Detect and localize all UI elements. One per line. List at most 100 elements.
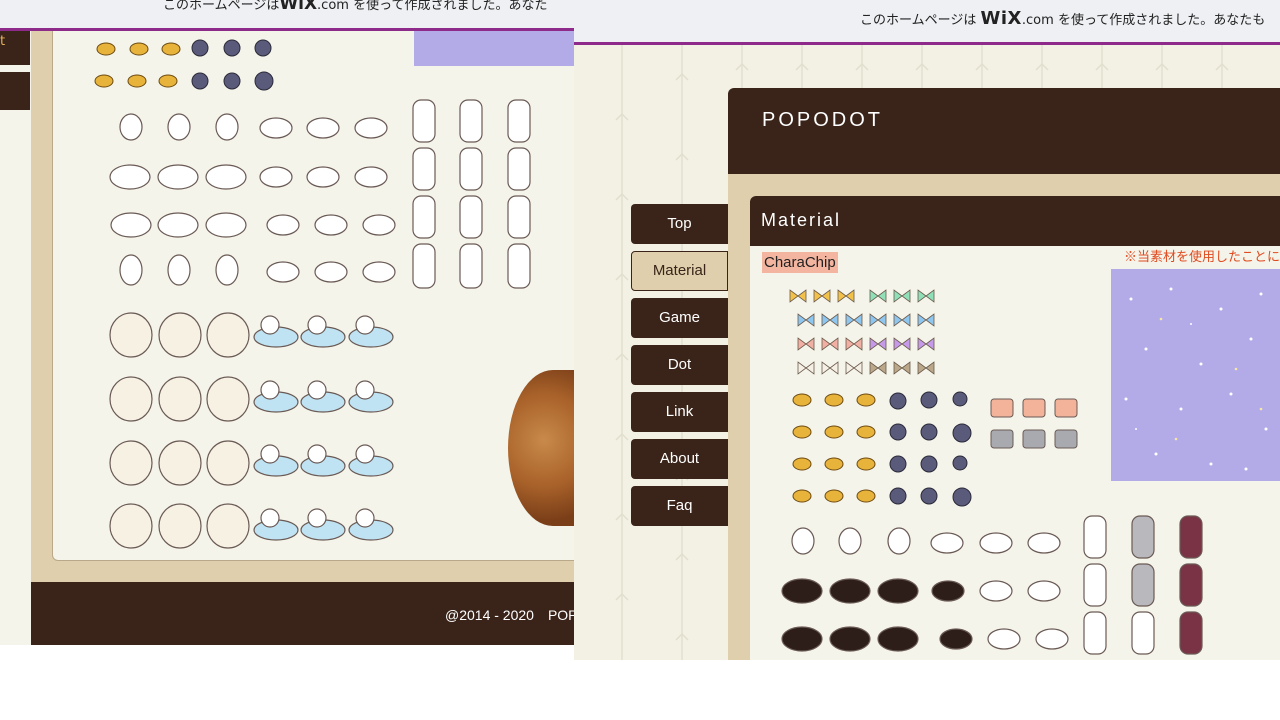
nav-material[interactable]: Material — [631, 251, 728, 291]
footer-left: @2014 - 2020 POP — [31, 582, 574, 645]
butterfly-icon — [893, 337, 911, 351]
berry-icon — [952, 487, 972, 507]
wix-banner-text: このホームページは WiX.com を使って作成されました。あなたも — [860, 8, 1266, 29]
butterfly-sprites — [789, 289, 935, 375]
cat-icon — [110, 212, 152, 238]
cat-icon — [266, 261, 300, 283]
left-screenshot-pane: このホームページはWiX.com を使って作成されました。あなた t @2014… — [0, 0, 574, 645]
duck-sprites-left — [109, 312, 394, 549]
cat-icon — [167, 254, 191, 286]
wix-banner[interactable]: このホームページは WiX.com を使って作成されました。あなたも — [574, 0, 1280, 45]
butterfly-icon — [797, 337, 815, 351]
cat-icon — [887, 527, 911, 555]
butterfly-icon — [917, 361, 935, 375]
dark-cat-icon — [1179, 611, 1203, 655]
dark-cat-icon — [1179, 515, 1203, 559]
nav-link[interactable]: Link — [631, 392, 728, 432]
cat-icon — [412, 243, 436, 289]
black-cat-icon — [939, 628, 973, 650]
cat-icon — [362, 214, 396, 236]
duck-icon — [206, 376, 250, 422]
berry-icon — [889, 423, 907, 441]
butterfly-icon — [789, 289, 807, 303]
cat-sprites — [781, 515, 1203, 655]
right-screenshot-pane: このホームページは WiX.com を使って作成されました。あなたも POPOD… — [574, 0, 1280, 660]
site-title[interactable]: POPODOT — [762, 109, 883, 132]
cat-icon — [459, 147, 483, 191]
butterfly-icon — [917, 337, 935, 351]
berry-icon — [191, 39, 209, 57]
nav-top[interactable]: Top — [631, 204, 728, 244]
duck-head-icon — [307, 315, 327, 335]
butterfly-icon — [797, 313, 815, 327]
bee-icon — [824, 393, 844, 407]
berry-icon — [920, 487, 938, 505]
duck-icon — [206, 503, 250, 549]
cat-icon — [507, 243, 531, 289]
black-cat-icon — [931, 580, 965, 602]
cat-icon — [306, 166, 340, 188]
cat-icon — [314, 214, 348, 236]
cat-icon — [119, 113, 143, 141]
black-cat-icon — [877, 578, 919, 604]
butterfly-icon — [893, 361, 911, 375]
duck-head-icon — [260, 444, 280, 464]
cat-icon — [362, 261, 396, 283]
butterfly-icon — [893, 313, 911, 327]
cat-icon — [306, 117, 340, 139]
bee-icon — [792, 393, 812, 407]
bee-icon — [129, 42, 149, 56]
cat-icon — [157, 212, 199, 238]
bee-icon — [856, 489, 876, 503]
duck-head-icon — [355, 380, 375, 400]
gray-cat-icon — [1131, 515, 1155, 559]
berry-icon — [254, 71, 274, 91]
cat-icon — [979, 580, 1013, 602]
duck-icon — [109, 312, 153, 358]
cat-icon — [459, 195, 483, 239]
cat-icon — [1035, 628, 1069, 650]
cat-icon — [205, 212, 247, 238]
duck-icon — [109, 440, 153, 486]
duck-icon — [109, 503, 153, 549]
nav-dot[interactable]: Dot — [631, 345, 728, 385]
cat-icon — [215, 254, 239, 286]
main-nav: Top Material Game Dot Link About Faq — [631, 204, 728, 533]
cat-icon — [979, 532, 1013, 554]
butterfly-icon — [845, 313, 863, 327]
butterfly-icon — [845, 337, 863, 351]
bee-icon — [792, 425, 812, 439]
bee-icon — [94, 74, 114, 88]
duck-icon — [158, 503, 202, 549]
butterfly-icon — [869, 361, 887, 375]
bee-icon — [96, 42, 116, 56]
black-cat-icon — [829, 578, 871, 604]
cat-sprites-left — [109, 99, 531, 289]
duck-head-icon — [260, 380, 280, 400]
nav-faq[interactable]: Faq — [631, 486, 728, 526]
nav-about[interactable]: About — [631, 439, 728, 479]
butterfly-icon — [821, 361, 839, 375]
nav-game[interactable]: Game — [631, 298, 728, 338]
duck-head-icon — [355, 444, 375, 464]
bee-icon — [824, 425, 844, 439]
open-box-icon — [1054, 429, 1078, 449]
cat-icon — [1131, 611, 1155, 655]
cat-icon — [1027, 532, 1061, 554]
gift-box-icon — [1054, 398, 1078, 418]
bee-sprites — [792, 393, 876, 503]
duck-icon — [158, 312, 202, 358]
berry-sprites-left — [191, 39, 274, 91]
duck-head-icon — [355, 508, 375, 528]
bee-icon — [856, 457, 876, 471]
cat-icon — [507, 147, 531, 191]
cat-icon — [930, 532, 964, 554]
butterfly-icon — [869, 313, 887, 327]
berry-icon — [254, 39, 272, 57]
duck-head-icon — [260, 315, 280, 335]
cat-icon — [412, 147, 436, 191]
duck-icon — [206, 312, 250, 358]
cat-icon — [259, 117, 293, 139]
duck-icon — [206, 440, 250, 486]
cat-icon — [167, 113, 191, 141]
